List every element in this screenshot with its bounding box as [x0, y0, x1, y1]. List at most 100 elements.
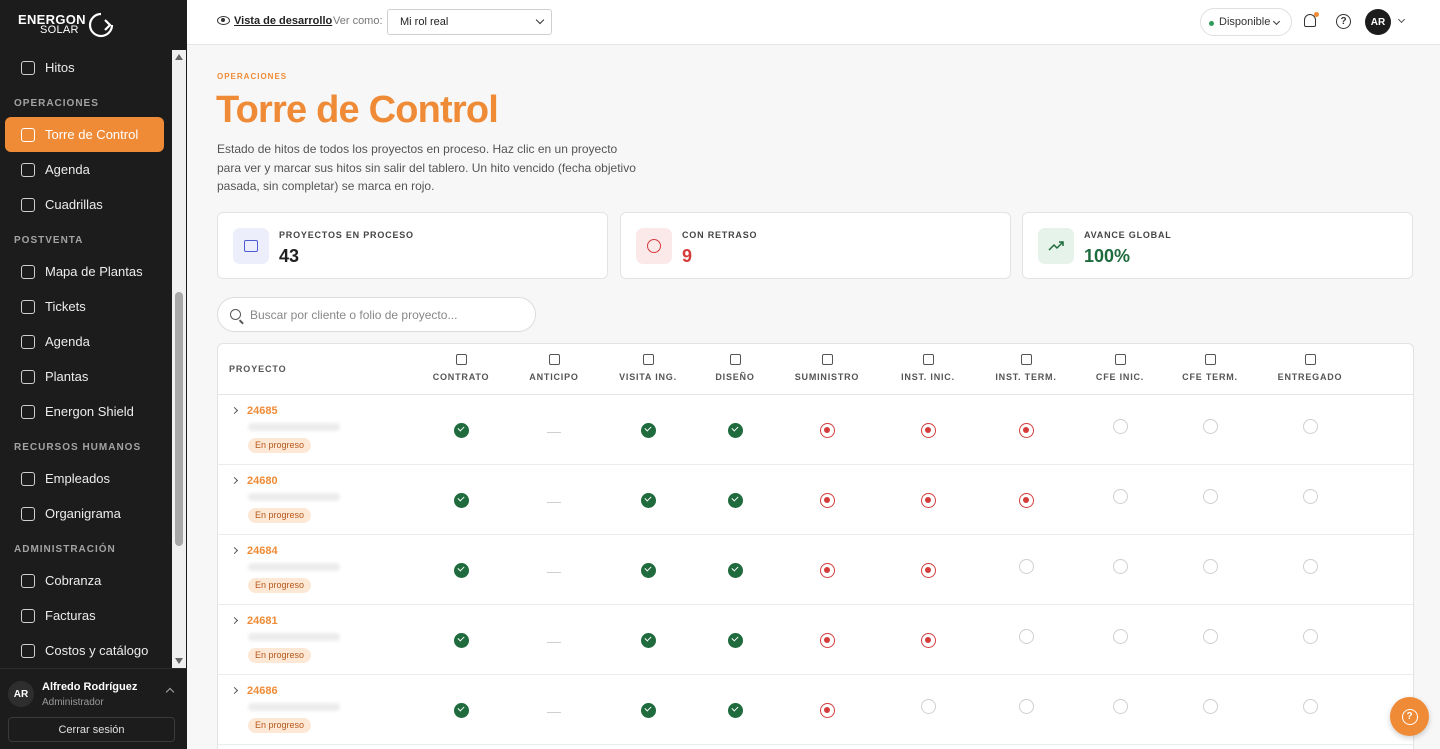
- milestone-cell[interactable]: [598, 535, 698, 605]
- empty-circle-icon[interactable]: [921, 699, 936, 714]
- overdue-circle-icon[interactable]: [820, 423, 835, 438]
- overdue-circle-icon[interactable]: [921, 563, 936, 578]
- milestone-cell[interactable]: [777, 465, 877, 535]
- check-circle-icon[interactable]: [454, 563, 469, 578]
- empty-circle-icon[interactable]: [1303, 489, 1318, 504]
- project-folio[interactable]: 24685: [247, 405, 278, 417]
- dev-view-link[interactable]: Vista de desarrollo: [234, 15, 332, 27]
- empty-circle-icon[interactable]: [1113, 489, 1128, 504]
- role-select[interactable]: Mi rol real: [387, 9, 552, 35]
- milestone-cell[interactable]: [504, 535, 604, 605]
- milestone-cell[interactable]: [878, 395, 978, 465]
- milestone-cell[interactable]: [777, 395, 877, 465]
- milestone-cell[interactable]: [1160, 465, 1260, 535]
- milestone-cell[interactable]: [504, 465, 604, 535]
- empty-circle-icon[interactable]: [1019, 629, 1034, 644]
- project-folio[interactable]: 24684: [247, 545, 278, 557]
- empty-circle-icon[interactable]: [1203, 419, 1218, 434]
- empty-circle-icon[interactable]: [1203, 699, 1218, 714]
- overdue-circle-icon[interactable]: [921, 493, 936, 508]
- check-circle-icon[interactable]: [728, 703, 743, 718]
- milestone-cell[interactable]: [976, 395, 1076, 465]
- milestone-cell[interactable]: [598, 675, 698, 745]
- milestone-cell[interactable]: [685, 465, 785, 535]
- empty-circle-icon[interactable]: [1113, 559, 1128, 574]
- milestone-cell[interactable]: [1160, 395, 1260, 465]
- milestone-cell[interactable]: [1160, 535, 1260, 605]
- table-row[interactable]: 24684 En progreso: [218, 535, 1413, 605]
- milestone-cell[interactable]: [1070, 675, 1170, 745]
- milestone-cell[interactable]: [1070, 605, 1170, 675]
- check-circle-icon[interactable]: [728, 633, 743, 648]
- sidebar-scrollbar[interactable]: [172, 50, 186, 668]
- logout-button[interactable]: Cerrar sesión: [8, 717, 175, 742]
- project-folio[interactable]: 24680: [247, 475, 278, 487]
- overdue-circle-icon[interactable]: [820, 633, 835, 648]
- check-circle-icon[interactable]: [728, 493, 743, 508]
- sidebar-item-organigrama[interactable]: Organigrama: [5, 496, 164, 531]
- project-folio[interactable]: 24686: [247, 685, 278, 697]
- milestone-cell[interactable]: [777, 535, 877, 605]
- check-circle-icon[interactable]: [454, 703, 469, 718]
- milestone-cell[interactable]: [1070, 535, 1170, 605]
- check-circle-icon[interactable]: [641, 703, 656, 718]
- brand-logo[interactable]: ENERGON SOLAR: [0, 0, 187, 50]
- check-circle-icon[interactable]: [454, 423, 469, 438]
- milestone-cell[interactable]: [878, 465, 978, 535]
- search-input[interactable]: Buscar por cliente o folio de proyecto..…: [217, 297, 536, 332]
- chevron-down-icon[interactable]: [1397, 15, 1406, 24]
- milestone-cell[interactable]: [598, 465, 698, 535]
- milestone-cell[interactable]: [777, 675, 877, 745]
- milestone-cell[interactable]: [411, 395, 511, 465]
- empty-circle-icon[interactable]: [1303, 559, 1318, 574]
- milestone-cell[interactable]: [1260, 675, 1360, 745]
- milestone-cell[interactable]: [411, 605, 511, 675]
- table-row[interactable]: 24685 En progreso: [218, 395, 1413, 465]
- chevron-right-icon[interactable]: [230, 686, 239, 695]
- milestone-cell[interactable]: [504, 675, 604, 745]
- table-row[interactable]: 24680 En progreso: [218, 465, 1413, 535]
- empty-circle-icon[interactable]: [1113, 419, 1128, 434]
- check-circle-icon[interactable]: [641, 493, 656, 508]
- chevron-right-icon[interactable]: [230, 406, 239, 415]
- overdue-circle-icon[interactable]: [820, 703, 835, 718]
- milestone-cell[interactable]: [411, 465, 511, 535]
- empty-circle-icon[interactable]: [1303, 699, 1318, 714]
- milestone-cell[interactable]: [598, 395, 698, 465]
- sidebar-item-plantas[interactable]: Plantas: [5, 359, 164, 394]
- overdue-circle-icon[interactable]: [1019, 423, 1034, 438]
- sidebar-item-agenda[interactable]: Agenda: [5, 152, 164, 187]
- milestone-cell[interactable]: [878, 605, 978, 675]
- milestone-cell[interactable]: [1260, 395, 1360, 465]
- milestone-cell[interactable]: [976, 465, 1076, 535]
- bell-icon[interactable]: [1304, 12, 1319, 27]
- milestone-cell[interactable]: [777, 605, 877, 675]
- milestone-cell[interactable]: [1160, 675, 1260, 745]
- check-circle-icon[interactable]: [454, 633, 469, 648]
- milestone-cell[interactable]: [685, 535, 785, 605]
- overdue-circle-icon[interactable]: [1019, 493, 1034, 508]
- empty-circle-icon[interactable]: [1019, 699, 1034, 714]
- milestone-cell[interactable]: [685, 605, 785, 675]
- sidebar-item-cobranza[interactable]: Cobranza: [5, 563, 164, 598]
- milestone-cell[interactable]: [411, 675, 511, 745]
- milestone-cell[interactable]: [598, 605, 698, 675]
- scroll-up-icon[interactable]: [175, 54, 183, 60]
- check-circle-icon[interactable]: [641, 423, 656, 438]
- sidebar-item-tickets[interactable]: Tickets: [5, 289, 164, 324]
- milestone-cell[interactable]: [504, 395, 604, 465]
- milestone-cell[interactable]: [685, 675, 785, 745]
- sidebar-item-hitos[interactable]: Hitos: [5, 50, 164, 85]
- milestone-cell[interactable]: [878, 675, 978, 745]
- check-circle-icon[interactable]: [641, 633, 656, 648]
- empty-circle-icon[interactable]: [1113, 699, 1128, 714]
- milestone-cell[interactable]: [1260, 605, 1360, 675]
- empty-circle-icon[interactable]: [1019, 559, 1034, 574]
- sidebar-item-mapa-de-plantas[interactable]: Mapa de Plantas: [5, 254, 164, 289]
- sidebar-item-costos-y-cat-logo[interactable]: Costos y catálogo: [5, 633, 164, 668]
- project-folio[interactable]: 24681: [247, 615, 278, 627]
- table-row[interactable]: 24681 En progreso: [218, 605, 1413, 675]
- milestone-cell[interactable]: [976, 675, 1076, 745]
- chevron-right-icon[interactable]: [230, 476, 239, 485]
- avatar[interactable]: AR: [1365, 9, 1391, 35]
